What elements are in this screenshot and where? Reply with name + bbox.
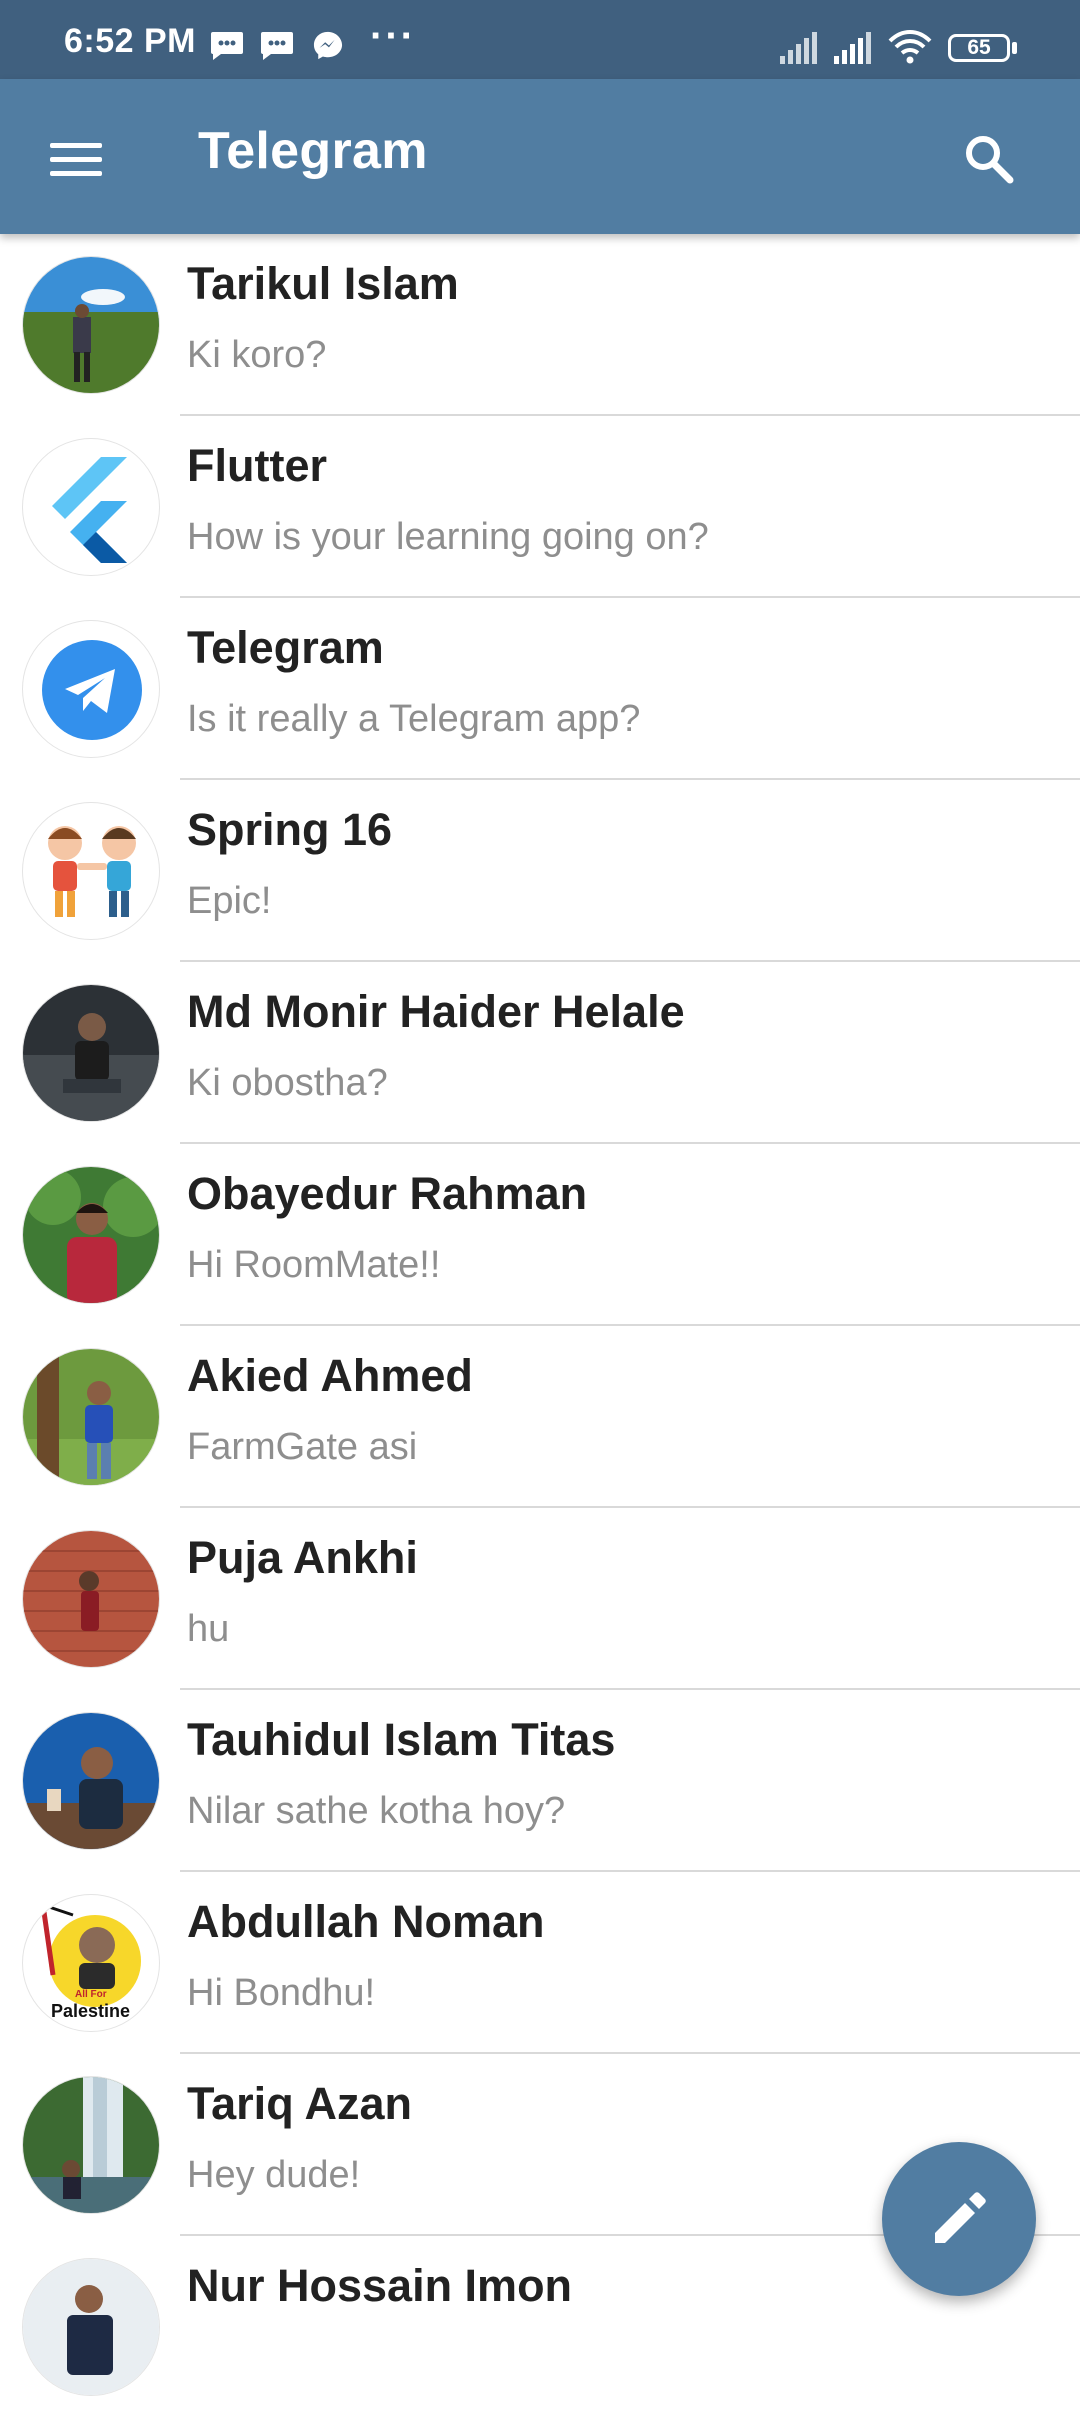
message-icon <box>261 32 293 60</box>
status-time: 6:52 PM <box>64 22 196 60</box>
avatar <box>22 2076 160 2214</box>
status-bar: 6:52 PM ··· 65 <box>0 0 1080 79</box>
avatar: All For Palestine <box>22 1894 160 2032</box>
search-button[interactable] <box>945 119 1041 199</box>
chat-last-message: Is it really a Telegram app? <box>187 698 641 740</box>
chat-last-message: Hi RoomMate!! <box>187 1244 441 1286</box>
chat-name: Abdullah Noman <box>187 1896 545 1947</box>
chat-item[interactable]: Tarikul Islam Ki koro? <box>0 234 1080 416</box>
battery-tip <box>1012 42 1017 54</box>
chat-item[interactable]: Spring 16 Epic! <box>0 780 1080 962</box>
avatar-caption: All For <box>75 1989 107 2000</box>
avatar <box>22 1712 160 1850</box>
search-icon <box>966 136 1014 184</box>
chat-last-message: Hey dude! <box>187 2154 361 2196</box>
avatar <box>22 2258 160 2396</box>
hamburger-menu-icon <box>50 143 102 176</box>
chat-item[interactable]: Akied Ahmed FarmGate asi <box>0 1326 1080 1508</box>
chat-item[interactable]: All For Palestine Abdullah Noman Hi Bond… <box>0 1872 1080 2054</box>
chat-name: Tariq Azan <box>187 2078 413 2129</box>
battery-indicator: 65 <box>948 34 1010 62</box>
message-icon <box>211 32 243 60</box>
chat-last-message: Ki obostha? <box>187 1062 388 1104</box>
chat-name: Tarikul Islam <box>187 258 459 309</box>
chat-name: Akied Ahmed <box>187 1350 473 1401</box>
chat-last-message: Epic! <box>187 880 272 922</box>
chat-name: Spring 16 <box>187 804 393 855</box>
signal-icon <box>780 32 817 64</box>
wifi-icon <box>888 30 932 64</box>
avatar <box>22 438 160 576</box>
pencil-icon <box>935 2192 986 2243</box>
chat-name: Obayedur Rahman <box>187 1168 588 1219</box>
chat-last-message: hu <box>187 1608 230 1650</box>
avatar <box>22 802 160 940</box>
chat-name: Md Monir Haider Helale <box>187 986 685 1037</box>
chat-name: Flutter <box>187 440 327 491</box>
chat-item[interactable]: Flutter How is your learning going on? <box>0 416 1080 598</box>
telegram-logo-icon <box>42 640 142 740</box>
chat-last-message: Hi Bondhu! <box>187 1972 376 2014</box>
chat-item[interactable]: Tauhidul Islam Titas Nilar sathe kotha h… <box>0 1690 1080 1872</box>
chat-name: Telegram <box>187 622 384 673</box>
chat-list: Tarikul Islam Ki koro? Flutter How is yo… <box>0 234 1080 2418</box>
avatar <box>22 1530 160 1668</box>
avatar <box>22 984 160 1122</box>
chat-last-message: Ki koro? <box>187 334 327 376</box>
app-title: Telegram <box>198 122 428 180</box>
more-notifications-icon: ··· <box>370 14 416 58</box>
chat-last-message: Nilar sathe kotha hoy? <box>187 1790 566 1832</box>
chat-item[interactable]: Telegram Is it really a Telegram app? <box>0 598 1080 780</box>
flutter-logo-icon <box>52 457 127 563</box>
app-bar: Telegram <box>0 79 1080 234</box>
messenger-icon <box>313 31 343 60</box>
avatar <box>22 1348 160 1486</box>
avatar <box>22 1166 160 1304</box>
chat-name: Puja Ankhi <box>187 1532 418 1583</box>
signal-icon <box>834 32 871 64</box>
chat-last-message: How is your learning going on? <box>187 516 709 558</box>
chat-item[interactable]: Md Monir Haider Helale Ki obostha? <box>0 962 1080 1144</box>
avatar <box>22 256 160 394</box>
chat-name: Tauhidul Islam Titas <box>187 1714 616 1765</box>
chat-last-message: FarmGate asi <box>187 1426 418 1468</box>
new-message-button[interactable] <box>882 2142 1036 2296</box>
menu-button[interactable] <box>30 109 126 205</box>
chat-item[interactable]: Puja Ankhi hu <box>0 1508 1080 1690</box>
avatar-caption: Palestine <box>51 2001 131 2021</box>
avatar <box>22 620 160 758</box>
chat-item[interactable]: Obayedur Rahman Hi RoomMate!! <box>0 1144 1080 1326</box>
chat-name: Nur Hossain Imon <box>187 2260 573 2311</box>
friends-cartoon-icon <box>48 826 136 917</box>
